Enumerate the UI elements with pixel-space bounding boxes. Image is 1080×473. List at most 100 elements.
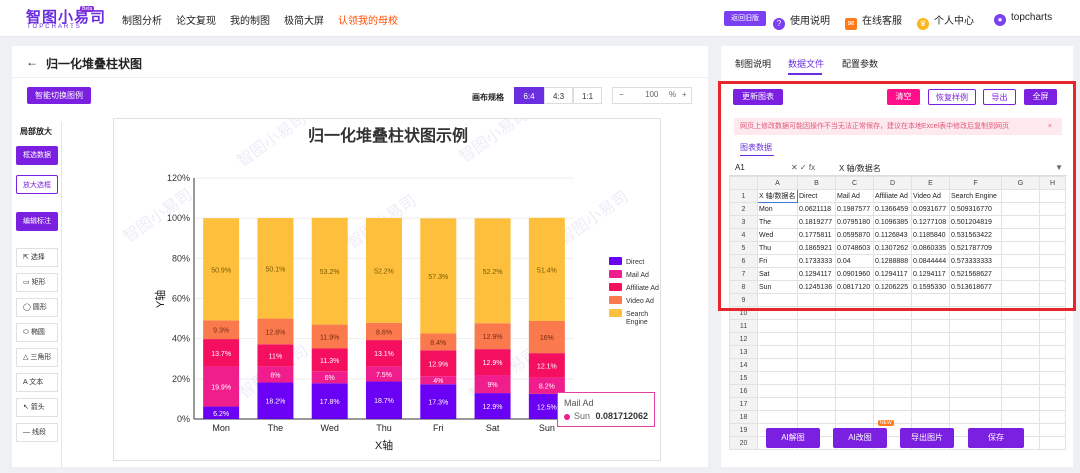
zoom-box-button[interactable]: 放大选框 <box>16 175 58 194</box>
grid-cell[interactable] <box>1039 332 1066 346</box>
tool-triangle[interactable]: △ 三角形 <box>16 348 58 367</box>
zoom-value[interactable]: 100 <box>645 90 658 99</box>
ai-edit-button[interactable]: AI改图 <box>833 428 887 448</box>
grid-cell[interactable] <box>835 332 874 346</box>
grid-cell[interactable] <box>911 319 950 333</box>
grid-cell[interactable] <box>757 358 798 372</box>
grid-cell[interactable] <box>835 371 874 385</box>
grid-cell[interactable] <box>835 358 874 372</box>
grid-cell[interactable] <box>835 384 874 398</box>
tool-arrow[interactable]: ↖ 箭头 <box>16 398 58 417</box>
grid-cell[interactable] <box>1039 384 1066 398</box>
grid-cell[interactable] <box>757 345 798 359</box>
grid-cell[interactable] <box>873 332 912 346</box>
grid-cell[interactable] <box>911 384 950 398</box>
grid-cell[interactable] <box>757 410 798 424</box>
grid-cell[interactable] <box>835 345 874 359</box>
grid-cell[interactable] <box>1001 332 1040 346</box>
grid-cell[interactable] <box>911 410 950 424</box>
row-header[interactable]: 16 <box>729 384 758 398</box>
grid-cell[interactable] <box>1039 410 1066 424</box>
ai-explain-button[interactable]: AI解图 <box>766 428 820 448</box>
grid-cell[interactable] <box>797 319 836 333</box>
ratio-4-3[interactable]: 4:3 <box>544 87 573 104</box>
grid-cell[interactable] <box>873 397 912 411</box>
row-header[interactable]: 15 <box>729 371 758 385</box>
grid-cell[interactable] <box>1001 410 1040 424</box>
grid-cell[interactable] <box>797 410 836 424</box>
export-image-button[interactable]: 导出图片 <box>900 428 954 448</box>
back-arrow-icon[interactable]: ← <box>26 55 38 69</box>
tool-text[interactable]: A 文本 <box>16 373 58 392</box>
tool-rectangle[interactable]: ▭ 矩形 <box>16 273 58 292</box>
save-button[interactable]: 保存 <box>968 428 1024 448</box>
grid-cell[interactable] <box>797 397 836 411</box>
row-header[interactable]: 18 <box>729 410 758 424</box>
grid-cell[interactable] <box>949 384 1002 398</box>
old-version-button[interactable]: 返回旧版 <box>724 11 766 26</box>
grid-cell[interactable] <box>757 371 798 385</box>
grid-cell[interactable] <box>1039 423 1066 437</box>
nav-dashboard[interactable]: 极简大屏 <box>284 12 324 27</box>
nav-alma-mater[interactable]: 认领我的母校 <box>338 12 398 27</box>
grid-cell[interactable] <box>1039 358 1066 372</box>
user-link[interactable]: ● topcharts <box>994 12 1052 26</box>
row-header[interactable]: 20 <box>729 436 758 450</box>
row-header[interactable]: 19 <box>729 423 758 437</box>
grid-cell[interactable] <box>797 345 836 359</box>
tab-chart-description[interactable]: 制图说明 <box>735 57 771 70</box>
grid-cell[interactable] <box>1039 397 1066 411</box>
tool-select[interactable]: ⇱ 选择 <box>16 248 58 267</box>
tool-line[interactable]: — 线段 <box>16 423 58 442</box>
grid-cell[interactable] <box>757 397 798 411</box>
grid-cell[interactable] <box>949 397 1002 411</box>
grid-cell[interactable] <box>797 384 836 398</box>
grid-cell[interactable] <box>873 358 912 372</box>
grid-cell[interactable] <box>1039 319 1066 333</box>
grid-cell[interactable] <box>911 397 950 411</box>
grid-cell[interactable] <box>873 384 912 398</box>
grid-cell[interactable] <box>1039 345 1066 359</box>
switch-legend-button[interactable]: 智能切换图例 <box>27 87 91 104</box>
grid-cell[interactable] <box>757 384 798 398</box>
zoom-out-button[interactable]: − <box>619 90 624 99</box>
grid-cell[interactable] <box>873 345 912 359</box>
select-data-button[interactable]: 框选数据 <box>16 146 58 165</box>
grid-cell[interactable] <box>949 319 1002 333</box>
grid-cell[interactable] <box>797 332 836 346</box>
grid-cell[interactable] <box>949 410 1002 424</box>
grid-cell[interactable] <box>949 358 1002 372</box>
grid-cell[interactable] <box>873 319 912 333</box>
grid-cell[interactable] <box>949 332 1002 346</box>
help-link[interactable]: ? 使用说明 <box>773 12 830 30</box>
row-header[interactable]: 14 <box>729 358 758 372</box>
logo[interactable]: 智图小易司 TOPCHARTS Beta <box>26 6 105 32</box>
ratio-1-1[interactable]: 1:1 <box>573 87 602 104</box>
zoom-in-button[interactable]: + <box>682 90 687 99</box>
grid-cell[interactable] <box>1001 358 1040 372</box>
grid-cell[interactable] <box>1001 319 1040 333</box>
grid-cell[interactable] <box>873 371 912 385</box>
tab-data-file[interactable]: 数据文件 <box>788 57 824 70</box>
grid-cell[interactable] <box>757 332 798 346</box>
tool-ellipse[interactable]: ⬭ 椭圆 <box>16 323 58 342</box>
grid-cell[interactable] <box>911 358 950 372</box>
tab-config[interactable]: 配置参数 <box>842 57 878 70</box>
grid-cell[interactable] <box>949 371 1002 385</box>
grid-cell[interactable] <box>835 319 874 333</box>
grid-cell[interactable] <box>757 319 798 333</box>
grid-cell[interactable] <box>1001 397 1040 411</box>
grid-cell[interactable] <box>1001 384 1040 398</box>
row-header[interactable]: 13 <box>729 345 758 359</box>
nav-chart-analysis[interactable]: 制图分析 <box>122 12 162 27</box>
grid-cell[interactable] <box>797 358 836 372</box>
tool-circle[interactable]: ◯ 圆形 <box>16 298 58 317</box>
grid-cell[interactable] <box>949 345 1002 359</box>
row-header[interactable]: 17 <box>729 397 758 411</box>
grid-cell[interactable] <box>911 345 950 359</box>
grid-cell[interactable] <box>835 410 874 424</box>
row-header[interactable]: 12 <box>729 332 758 346</box>
grid-cell[interactable] <box>1039 371 1066 385</box>
nav-my-charts[interactable]: 我的制图 <box>230 12 270 27</box>
nav-paper-reproduce[interactable]: 论文复现 <box>176 12 216 27</box>
